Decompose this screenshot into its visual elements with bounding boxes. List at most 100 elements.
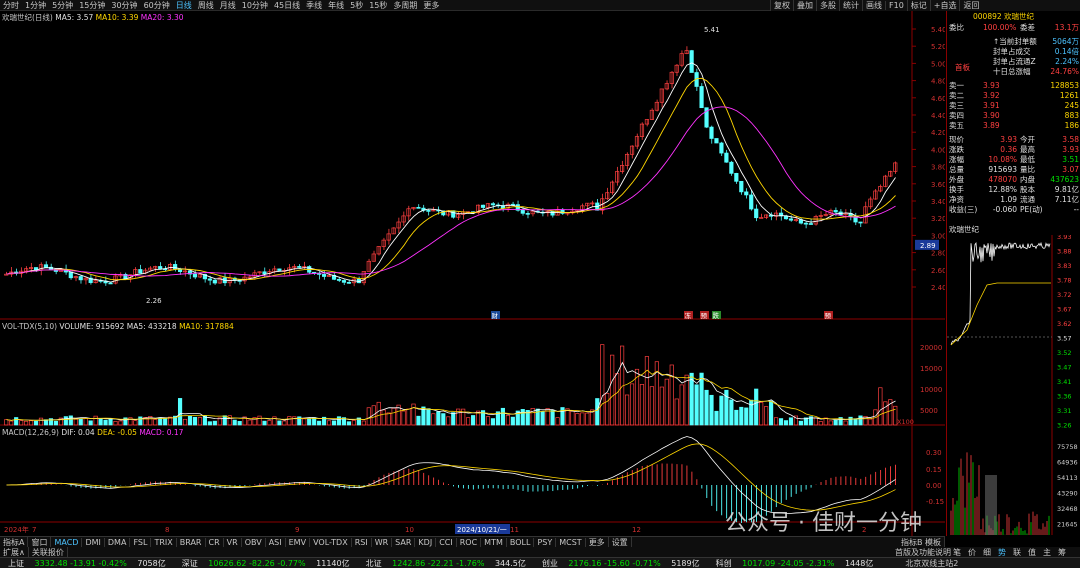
mini-panel-tab[interactable]: 筹 — [1058, 547, 1066, 557]
period-tab[interactable]: 5分钟 — [49, 0, 76, 10]
index-name: 科创 — [715, 558, 735, 568]
macd-axis-label: 0.15 — [926, 466, 942, 474]
candle-body — [416, 206, 421, 209]
indicator-tab[interactable]: DMI — [82, 537, 105, 547]
volume-bar — [93, 415, 98, 426]
indicator-tab[interactable]: BOLL — [507, 537, 535, 547]
period-tab[interactable]: 10分钟 — [239, 0, 271, 10]
volume-bar — [426, 408, 431, 426]
indicator-tab[interactable]: 窗口 — [28, 537, 52, 547]
indicator-tab[interactable]: CR — [206, 537, 224, 547]
indicator-tab[interactable]: 设置 — [609, 537, 632, 547]
mini-panel-tab[interactable]: 主 — [1043, 547, 1051, 557]
indicator-tab[interactable]: WR — [372, 537, 393, 547]
indicator-tab[interactable]: PSY — [534, 537, 557, 547]
mini-panel-tab[interactable]: 联 — [1013, 547, 1021, 557]
period-tab[interactable]: 年线 — [325, 0, 347, 10]
market-index[interactable]: 上证 3332.48 -13.91 -0.42% 7058亿 — [0, 558, 174, 568]
indicator-tab[interactable]: SAR — [392, 537, 416, 547]
volume-bar — [659, 386, 664, 426]
indicator-tab[interactable]: BRAR — [177, 537, 206, 547]
market-index[interactable]: 创业 2176.16 -15.60 -0.71% 5189亿 — [534, 558, 708, 568]
tool-button[interactable]: 画线 — [862, 0, 885, 11]
volume-bar — [585, 412, 590, 426]
volume-bar — [520, 409, 525, 426]
index-value: 1242.86 -22.21 -1.76% — [392, 558, 487, 568]
intraday-mini-chart[interactable]: 3.93 3.88 3.83 3.78 3.72 3.67 3.62 3.57 3.52 3.47… — [947, 235, 1080, 535]
indicator-tab[interactable]: RSI — [352, 537, 372, 547]
panel-cell: 0.36 — [1000, 145, 1017, 154]
period-tab[interactable]: 15秒 — [366, 0, 390, 10]
period-tab[interactable]: 45日线 — [271, 0, 303, 10]
extension-tab[interactable]: 关联报价 — [29, 547, 68, 557]
mini-panel-tab[interactable]: 价 — [968, 547, 976, 557]
help-link[interactable]: 首版及功能说明 — [895, 547, 951, 557]
index-amount: 1448亿 — [844, 558, 874, 568]
sell-order-row: 卖一 3.93 128853 — [947, 81, 1080, 91]
mini-panel-tab[interactable]: 细 — [983, 547, 991, 557]
period-tab[interactable]: 日线 — [173, 0, 195, 10]
stat-row: 现价 3.93 今开 3.58 — [947, 135, 1080, 145]
period-tab[interactable]: 分时 — [0, 0, 22, 10]
indicator-tab[interactable]: CCI — [436, 537, 457, 547]
volume-bar — [798, 420, 803, 426]
period-tab[interactable]: 更多 — [420, 0, 442, 10]
period-tab[interactable]: 季线 — [303, 0, 325, 10]
volume-bar — [565, 408, 570, 426]
indicator-tab[interactable]: MCST — [556, 537, 586, 547]
indicator-tab[interactable]: 指标A — [0, 537, 29, 547]
date-axis-label: 8 — [165, 526, 169, 534]
indicator-b-tab[interactable]: 指标B 模板 — [898, 537, 945, 547]
tool-button[interactable]: 复权 — [770, 0, 793, 11]
panel-cell: 3.93 — [1000, 135, 1017, 144]
volume-bar — [78, 418, 83, 426]
volume-bar — [550, 409, 555, 426]
period-tab[interactable]: 1分钟 — [22, 0, 49, 10]
indicator-tab[interactable]: VR — [224, 537, 242, 547]
tool-button[interactable]: F10 — [885, 1, 907, 10]
mini-panel-tab[interactable]: 值 — [1028, 547, 1036, 557]
indicator-tab[interactable]: ASI — [266, 537, 286, 547]
indicator-tab[interactable]: MTM — [481, 537, 507, 547]
period-tab[interactable]: 30分钟 — [108, 0, 140, 10]
kline-chart[interactable]: 5.40 5.20 5.00 4.80 4.60 4.40 4.20 4.00 3.80 3.60… — [0, 11, 945, 536]
indicator-tab[interactable]: EMV — [286, 537, 311, 547]
volume-bar — [326, 420, 332, 426]
indicator-tab[interactable]: TRIX — [151, 537, 177, 547]
mini-panel-tab[interactable]: 势 — [998, 547, 1006, 557]
period-tab[interactable]: 60分钟 — [141, 0, 173, 10]
candle-body — [341, 280, 347, 283]
tool-button[interactable]: 叠加 — [793, 0, 816, 11]
indicator-tab[interactable]: OBV — [242, 537, 266, 547]
indicator-tab[interactable]: DMA — [105, 537, 131, 547]
period-tab[interactable]: 5秒 — [347, 0, 366, 10]
market-index[interactable]: 北证 1242.86 -22.21 -1.76% 344.5亿 — [358, 558, 534, 568]
mini-panel-tab[interactable]: 笔 — [953, 547, 961, 557]
indicator-tab[interactable]: ROC — [457, 537, 482, 547]
volume-bar — [177, 398, 183, 426]
indicator-tab[interactable]: 更多 — [586, 537, 609, 547]
tool-button[interactable]: 多股 — [816, 0, 839, 11]
extension-tab[interactable]: 扩展∧ — [0, 547, 29, 557]
period-tab[interactable]: 15分钟 — [76, 0, 108, 10]
tool-button[interactable]: 标记 — [906, 0, 930, 11]
market-index[interactable]: 科创 1017.09 -24.05 -2.31% 1448亿 — [708, 558, 882, 568]
indicator-tab[interactable]: KDJ — [415, 537, 437, 547]
panel-cell: PE(动) — [1020, 205, 1043, 214]
indicator-tab[interactable]: VOL-TDX — [310, 537, 352, 547]
candle-body — [699, 86, 704, 109]
indicator-tab[interactable]: MACD — [51, 537, 83, 547]
candle-body — [262, 271, 267, 275]
tool-button[interactable]: 返回 — [959, 0, 982, 11]
volume-bar — [624, 394, 630, 426]
mini-title-row: 欢瑞世纪 — [947, 225, 1080, 235]
market-index[interactable]: 深证 10626.62 -82.26 -0.77% 11140亿 — [174, 558, 358, 568]
period-tab[interactable]: 周线 — [195, 0, 217, 10]
volume-bar — [391, 407, 396, 426]
tool-button[interactable]: +自选 — [929, 0, 960, 11]
period-tab[interactable]: 多周期 — [390, 0, 420, 10]
indicator-tab[interactable]: FSL — [130, 537, 152, 547]
tool-button[interactable]: 统计 — [839, 0, 862, 11]
volume-bar — [689, 372, 694, 426]
period-tab[interactable]: 月线 — [217, 0, 239, 10]
